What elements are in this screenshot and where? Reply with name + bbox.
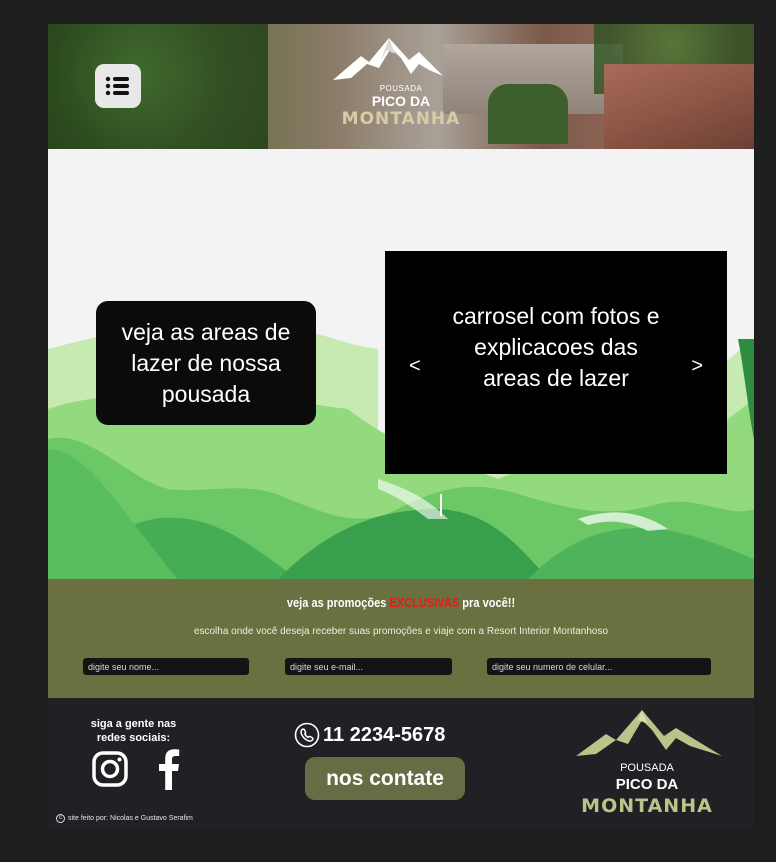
phone-input[interactable] <box>487 658 711 675</box>
promo-section: veja as promoções EXCLUSIVAS pra você!! … <box>48 579 754 698</box>
phone-icon <box>294 722 320 748</box>
hero-section: veja as areas de lazer de nossa pousada … <box>48 149 754 579</box>
email-input[interactable] <box>285 658 452 675</box>
logo-pousada: POUSADA <box>379 84 423 93</box>
facebook-icon[interactable] <box>158 748 180 790</box>
footer: siga a gente nas redes sociais: 11 2234-… <box>48 698 754 828</box>
footer-logo-pousada: POUSADA <box>620 762 674 774</box>
leisure-carousel[interactable]: < carrosel com fotos e explicacoes das a… <box>385 251 727 474</box>
promo-highlight: EXCLUSIVAS <box>389 595 460 610</box>
name-input[interactable] <box>83 658 249 675</box>
promo-subtitle: escolha onde você deseja receber suas pr… <box>193 626 609 637</box>
footer-logo-line2: MONTANHA <box>581 795 713 817</box>
footer-logo-line1: PICO DA <box>615 776 679 793</box>
carousel-prev-button[interactable]: < <box>409 355 421 378</box>
phone-number: 11 2234-5678 <box>323 723 446 746</box>
mountain-logo-icon <box>576 710 722 756</box>
promo-title: veja as promoções EXCLUSIVAS pra você!! <box>286 595 516 610</box>
instagram-icon[interactable] <box>91 750 129 788</box>
footer-logo[interactable]: POUSADA PICO DA MONTANHA <box>572 706 722 818</box>
leisure-info-text: veja as areas de lazer de nossa pousada <box>121 318 291 407</box>
header-banner: POUSADA PICO DA MONTANHA <box>48 24 754 149</box>
phone-contact[interactable]: 11 2234-5678 <box>294 722 445 748</box>
logo-line1: PICO DA <box>371 93 431 109</box>
hamburger-list-icon <box>105 76 129 96</box>
page-frame: POUSADA PICO DA MONTANHA veja as areas d… <box>48 24 754 828</box>
contact-button[interactable]: nos contate <box>305 757 465 800</box>
social-title: siga a gente nas redes sociais: <box>90 718 177 744</box>
menu-button[interactable] <box>95 64 141 108</box>
carousel-next-button[interactable]: > <box>691 355 703 378</box>
copyright-icon: c <box>56 814 65 823</box>
logo-line2: MONTANHA <box>341 109 461 129</box>
leisure-info-box: veja as areas de lazer de nossa pousada <box>96 301 316 425</box>
header-logo[interactable]: POUSADA PICO DA MONTANHA <box>326 34 476 146</box>
mountain-logo-icon <box>333 38 443 80</box>
site-credit: c site feito por: Nicolas e Gustavo Sera… <box>56 814 193 823</box>
carousel-text: carrosel com fotos e explicacoes das are… <box>452 303 660 391</box>
